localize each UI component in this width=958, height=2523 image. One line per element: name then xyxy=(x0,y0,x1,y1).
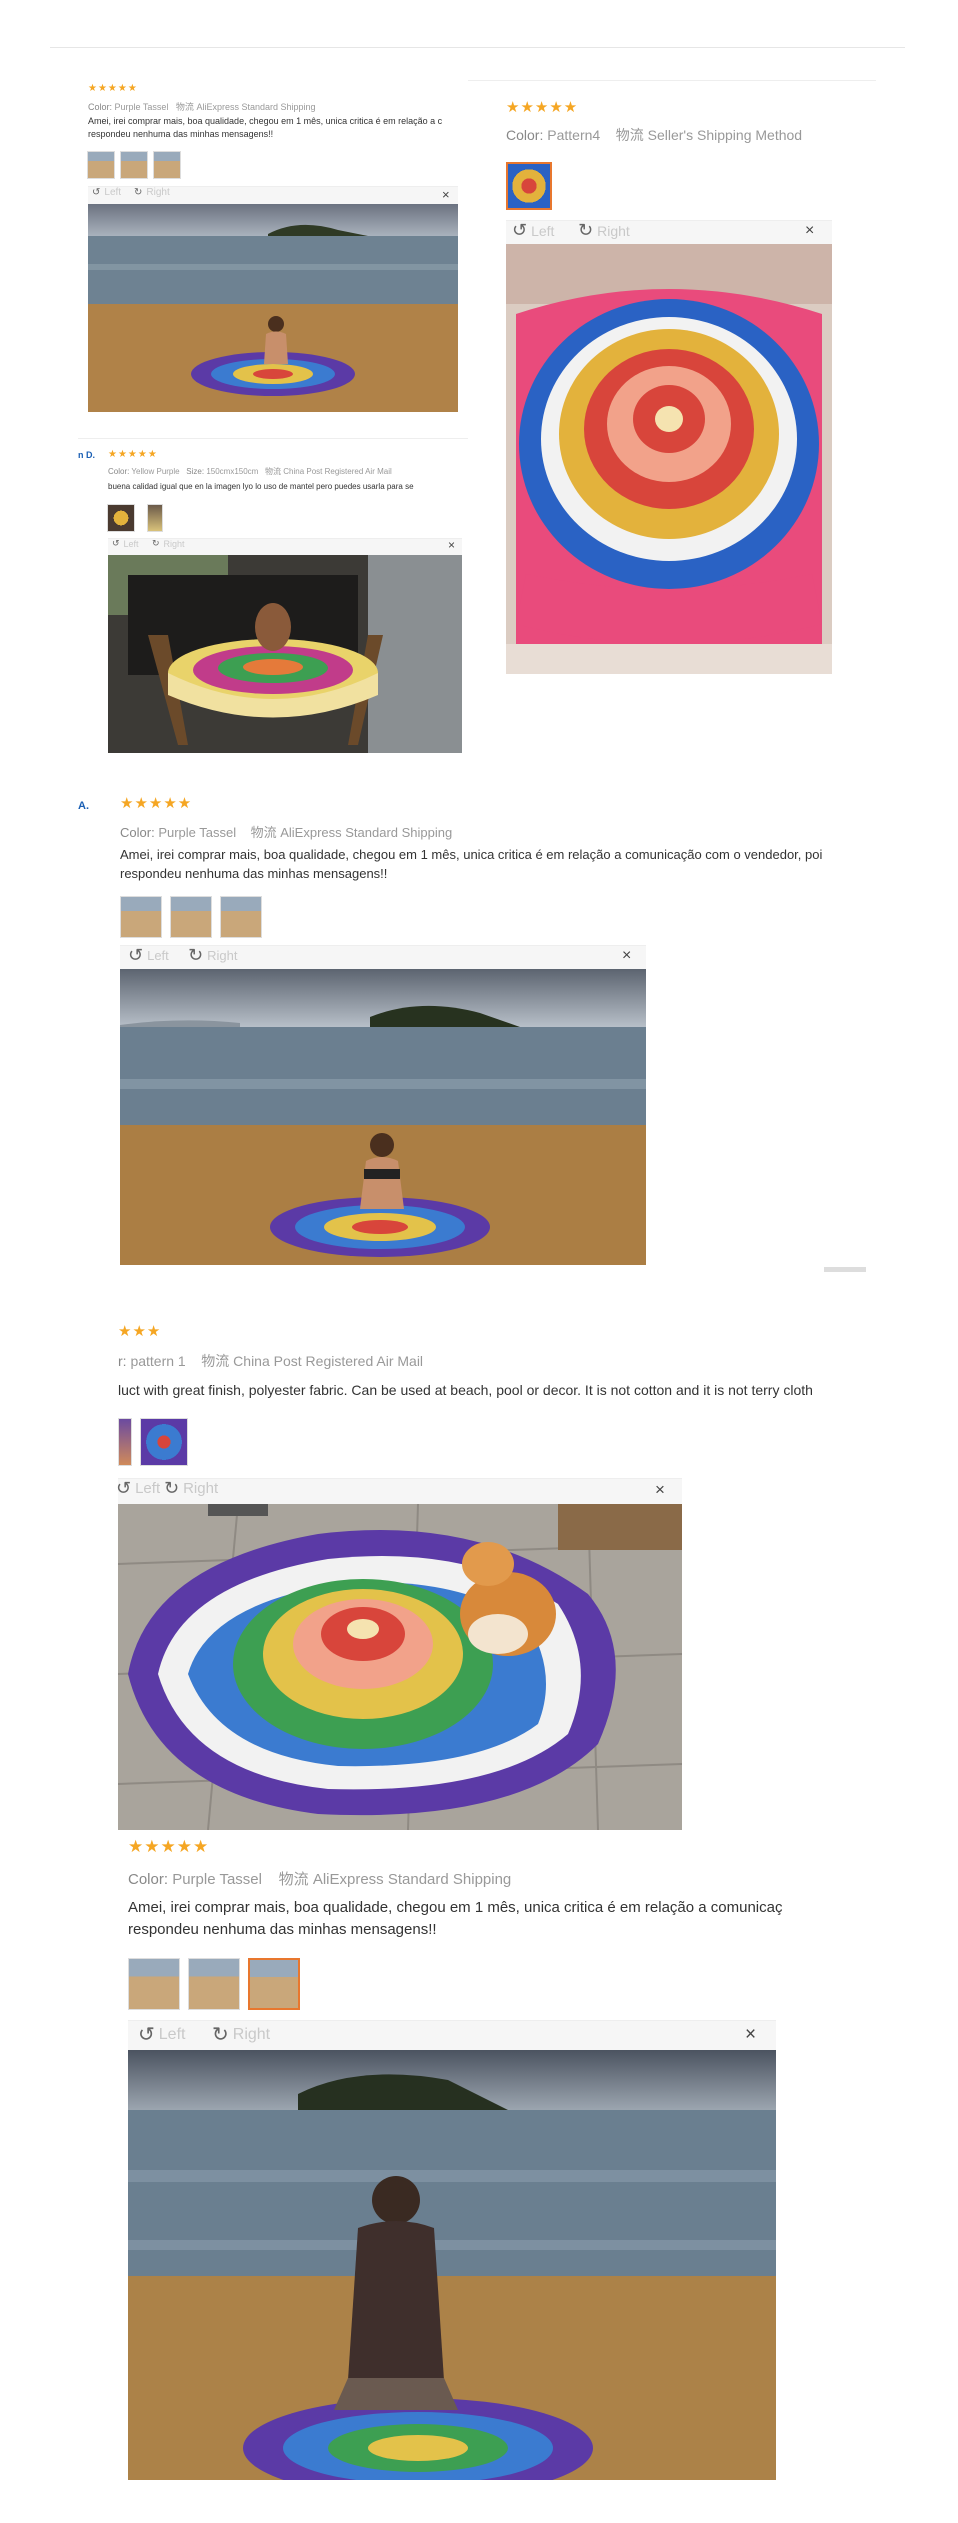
review-text: respondeu nenhuma das minhas mensagens!! xyxy=(120,866,388,881)
close-icon[interactable]: × xyxy=(442,187,450,202)
review-thumbnail[interactable] xyxy=(128,1958,180,2010)
rotate-right-button[interactable]: ↻ Right xyxy=(188,945,237,966)
review-text: Amei, irei comprar mais, boa qualidade, … xyxy=(128,1899,783,1916)
rotate-right-icon: ↻ xyxy=(188,945,204,965)
shipping-icon: 物流 xyxy=(201,1353,230,1369)
rotate-left-icon: ↺ xyxy=(116,1478,132,1498)
rotate-left-button[interactable]: ↺ Left xyxy=(138,2022,185,2047)
rotate-left-icon: ↺ xyxy=(92,187,101,198)
review-thumbnail[interactable] xyxy=(153,151,181,179)
review-thumbnail[interactable] xyxy=(107,504,135,532)
review-meta: Color: Purple Tassel 物流 AliExpress Stand… xyxy=(128,1871,512,1888)
rotate-left-icon: ↺ xyxy=(138,2024,155,2046)
review-thumbnail[interactable] xyxy=(118,1418,132,1466)
divider xyxy=(468,80,876,81)
rating-stars: ★★★★★ xyxy=(108,449,158,460)
review-thumbnail[interactable] xyxy=(170,896,212,938)
rotate-right-button[interactable]: ↻ Right xyxy=(152,538,185,549)
rotate-right-button[interactable]: ↻ Right xyxy=(134,187,170,198)
review-photo xyxy=(88,204,458,412)
rating-stars: ★★★★★ xyxy=(506,99,579,116)
rotate-left-button[interactable]: ↺ Left xyxy=(116,1478,160,1499)
review-meta: Color: Purple Tassel 物流 AliExpress Stand… xyxy=(120,825,453,840)
review-text: luct with great finish, polyester fabric… xyxy=(118,1382,813,1398)
close-icon[interactable]: × xyxy=(745,2024,756,2046)
review-meta: r: pattern 1 物流 China Post Registered Ai… xyxy=(118,1353,424,1369)
rotate-right-icon: ↻ xyxy=(134,187,143,198)
close-icon[interactable]: × xyxy=(805,222,814,240)
close-icon[interactable]: × xyxy=(622,947,631,965)
rating-stars: ★★★★★ xyxy=(88,83,138,94)
rotate-right-icon: ↻ xyxy=(578,220,594,240)
review-thumbnail[interactable] xyxy=(120,151,148,179)
reviewer-name[interactable]: n D. xyxy=(78,450,95,460)
shipping-icon: 物流 xyxy=(615,127,644,143)
image-viewer-toolbar xyxy=(506,220,832,244)
close-icon[interactable]: × xyxy=(448,538,455,552)
review-thumbnail[interactable] xyxy=(220,896,262,938)
close-icon[interactable]: × xyxy=(655,1480,665,1500)
review-meta: Color: Yellow Purple Size: 150cmx150cm 物… xyxy=(108,467,392,476)
shipping-icon: 物流 xyxy=(250,825,277,840)
review-thumbnail[interactable] xyxy=(87,151,115,179)
rotate-left-icon: ↺ xyxy=(112,538,120,548)
review-thumbnail-selected[interactable] xyxy=(506,162,552,210)
rating-stars: ★★★★★ xyxy=(120,795,193,812)
reviewer-name[interactable]: A. xyxy=(78,800,89,812)
rotate-left-button[interactable]: ↺ Left xyxy=(112,538,139,549)
review-thumbnail[interactable] xyxy=(120,896,162,938)
shipping-icon: 物流 xyxy=(265,467,282,476)
rotate-right-icon: ↻ xyxy=(212,2024,229,2046)
review-text: respondeu nenhuma das minhas mensagens!! xyxy=(88,129,274,139)
top-divider xyxy=(50,47,905,48)
rating-stars: ★★★★★ xyxy=(128,1837,210,1856)
rotate-right-button[interactable]: ↻ Right xyxy=(164,1478,218,1499)
review-text: Amei, irei comprar mais, boa qualidade, … xyxy=(120,847,823,862)
review-thumbnail[interactable] xyxy=(147,504,163,532)
rotate-right-icon: ↻ xyxy=(164,1478,180,1498)
review-text: respondeu nenhuma das minhas mensagens!! xyxy=(128,1921,437,1938)
rotate-right-button[interactable]: ↻ Right xyxy=(212,2022,270,2047)
review-photo xyxy=(128,2050,776,2480)
shipping-icon: 物流 xyxy=(175,102,194,112)
shipping-icon: 物流 xyxy=(278,1871,309,1888)
rotate-left-icon: ↺ xyxy=(512,220,528,240)
review-photo xyxy=(506,244,832,674)
rotate-left-button[interactable]: ↺ Left xyxy=(92,187,121,198)
review-thumbnail[interactable] xyxy=(140,1418,188,1466)
rating-stars: ★★★ xyxy=(118,1323,162,1340)
rotate-right-button[interactable]: ↻ Right xyxy=(578,220,630,241)
divider xyxy=(78,438,468,439)
review-photo xyxy=(108,555,462,753)
rotate-left-button[interactable]: ↺ Left xyxy=(512,220,554,241)
review-meta: Color: Purple Tassel 物流 AliExpress Stand… xyxy=(88,102,316,112)
review-thumbnail-selected[interactable] xyxy=(248,1958,300,2010)
review-photo xyxy=(120,969,646,1265)
rotate-left-icon: ↺ xyxy=(128,945,144,965)
rotate-left-button[interactable]: ↺ Left xyxy=(128,945,169,966)
review-text: Amei, irei comprar mais, boa qualidade, … xyxy=(88,116,443,126)
review-photo xyxy=(118,1504,682,1830)
review-text: buena calidad igual que en la imagen lyo… xyxy=(108,482,414,491)
review-meta: Color: Pattern4 物流 Seller's Shipping Met… xyxy=(506,127,803,143)
review-thumbnail[interactable] xyxy=(188,1958,240,2010)
scrollbar[interactable] xyxy=(824,1267,866,1272)
rotate-right-icon: ↻ xyxy=(152,538,160,548)
